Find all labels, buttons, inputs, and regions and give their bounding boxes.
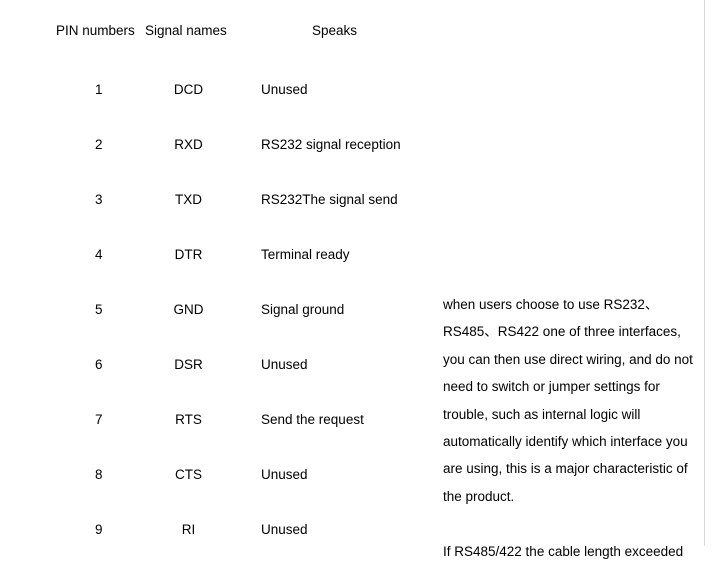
interface-note: when users choose to use RS232、 RS485、RS… <box>443 291 711 565</box>
cell-signal-name: CTS <box>175 466 202 482</box>
table-row: 4 DTR Terminal ready <box>0 227 430 282</box>
table-body: 1 DCD Unused 2 RXD RS232 signal receptio… <box>0 62 430 557</box>
note-line: need to switch or jumper settings for <box>443 379 660 395</box>
cell-speaks: Unused <box>261 356 308 372</box>
cell-signal-name: DSR <box>174 356 203 372</box>
cell-pin-number: 9 <box>95 521 103 537</box>
cell-speaks: Unused <box>261 81 308 97</box>
cell-signal-name: TXD <box>175 191 202 207</box>
note-line: trouble, such as internal logic will <box>443 406 641 422</box>
column-header-pin-numbers: PIN numbers <box>56 23 135 39</box>
cell-speaks: RS232 signal reception <box>261 136 401 152</box>
cell-speaks: Send the request <box>261 411 364 427</box>
table-row: 5 GND Signal ground <box>0 282 430 337</box>
cell-pin-number: 8 <box>95 466 103 482</box>
table-row: 7 RTS Send the request <box>0 392 430 447</box>
note-line: when users choose to use RS232、 <box>443 297 659 312</box>
note-trailing-line: If RS485/422 the cable length exceeded <box>443 543 684 559</box>
cell-speaks: RS232The signal send <box>261 191 398 207</box>
table-row: 8 CTS Unused <box>0 447 430 502</box>
table-row: 9 RI Unused <box>0 502 430 557</box>
table-row: 2 RXD RS232 signal reception <box>0 117 430 172</box>
column-header-signal-names: Signal names <box>145 23 227 39</box>
cell-signal-name: DCD <box>173 81 204 97</box>
document-page: PIN numbers Signal names Speaks 1 DCD Un… <box>0 0 720 588</box>
column-header-speaks: Speaks <box>312 23 358 39</box>
cell-pin-number: 6 <box>95 356 103 372</box>
cell-speaks: Signal ground <box>261 301 345 317</box>
cell-pin-number: 4 <box>95 246 103 262</box>
pin-assignment-table: PIN numbers Signal names Speaks 1 DCD Un… <box>0 0 430 557</box>
cell-pin-number: 7 <box>95 411 103 427</box>
note-line: are using, this is a major characteristi… <box>443 461 688 477</box>
cell-speaks: Terminal ready <box>261 246 350 262</box>
note-line: you can then use direct wiring, and do n… <box>443 351 693 367</box>
table-row: 3 TXD RS232The signal send <box>0 172 430 227</box>
note-line: the product. <box>443 488 515 504</box>
cell-speaks: Unused <box>261 466 308 482</box>
cell-signal-name: RI <box>181 521 196 537</box>
table-header: PIN numbers Signal names Speaks <box>0 0 430 62</box>
cell-pin-number: 5 <box>95 301 103 317</box>
table-row: 6 DSR Unused <box>0 337 430 392</box>
cell-signal-name: DTR <box>174 246 203 262</box>
cell-pin-number: 3 <box>95 191 103 207</box>
table-header-row: PIN numbers Signal names Speaks <box>0 0 430 62</box>
cell-signal-name: GND <box>173 301 204 317</box>
cell-pin-number: 1 <box>95 81 103 97</box>
cell-pin-number: 2 <box>95 136 103 152</box>
cell-signal-name: RTS <box>175 411 202 427</box>
note-line: RS485、RS422 one of three interfaces, <box>443 324 681 340</box>
cell-signal-name: RXD <box>174 136 203 152</box>
note-line: automatically identify which interface y… <box>443 434 688 450</box>
cell-speaks: Unused <box>261 521 308 537</box>
table-row: 1 DCD Unused <box>0 62 430 117</box>
